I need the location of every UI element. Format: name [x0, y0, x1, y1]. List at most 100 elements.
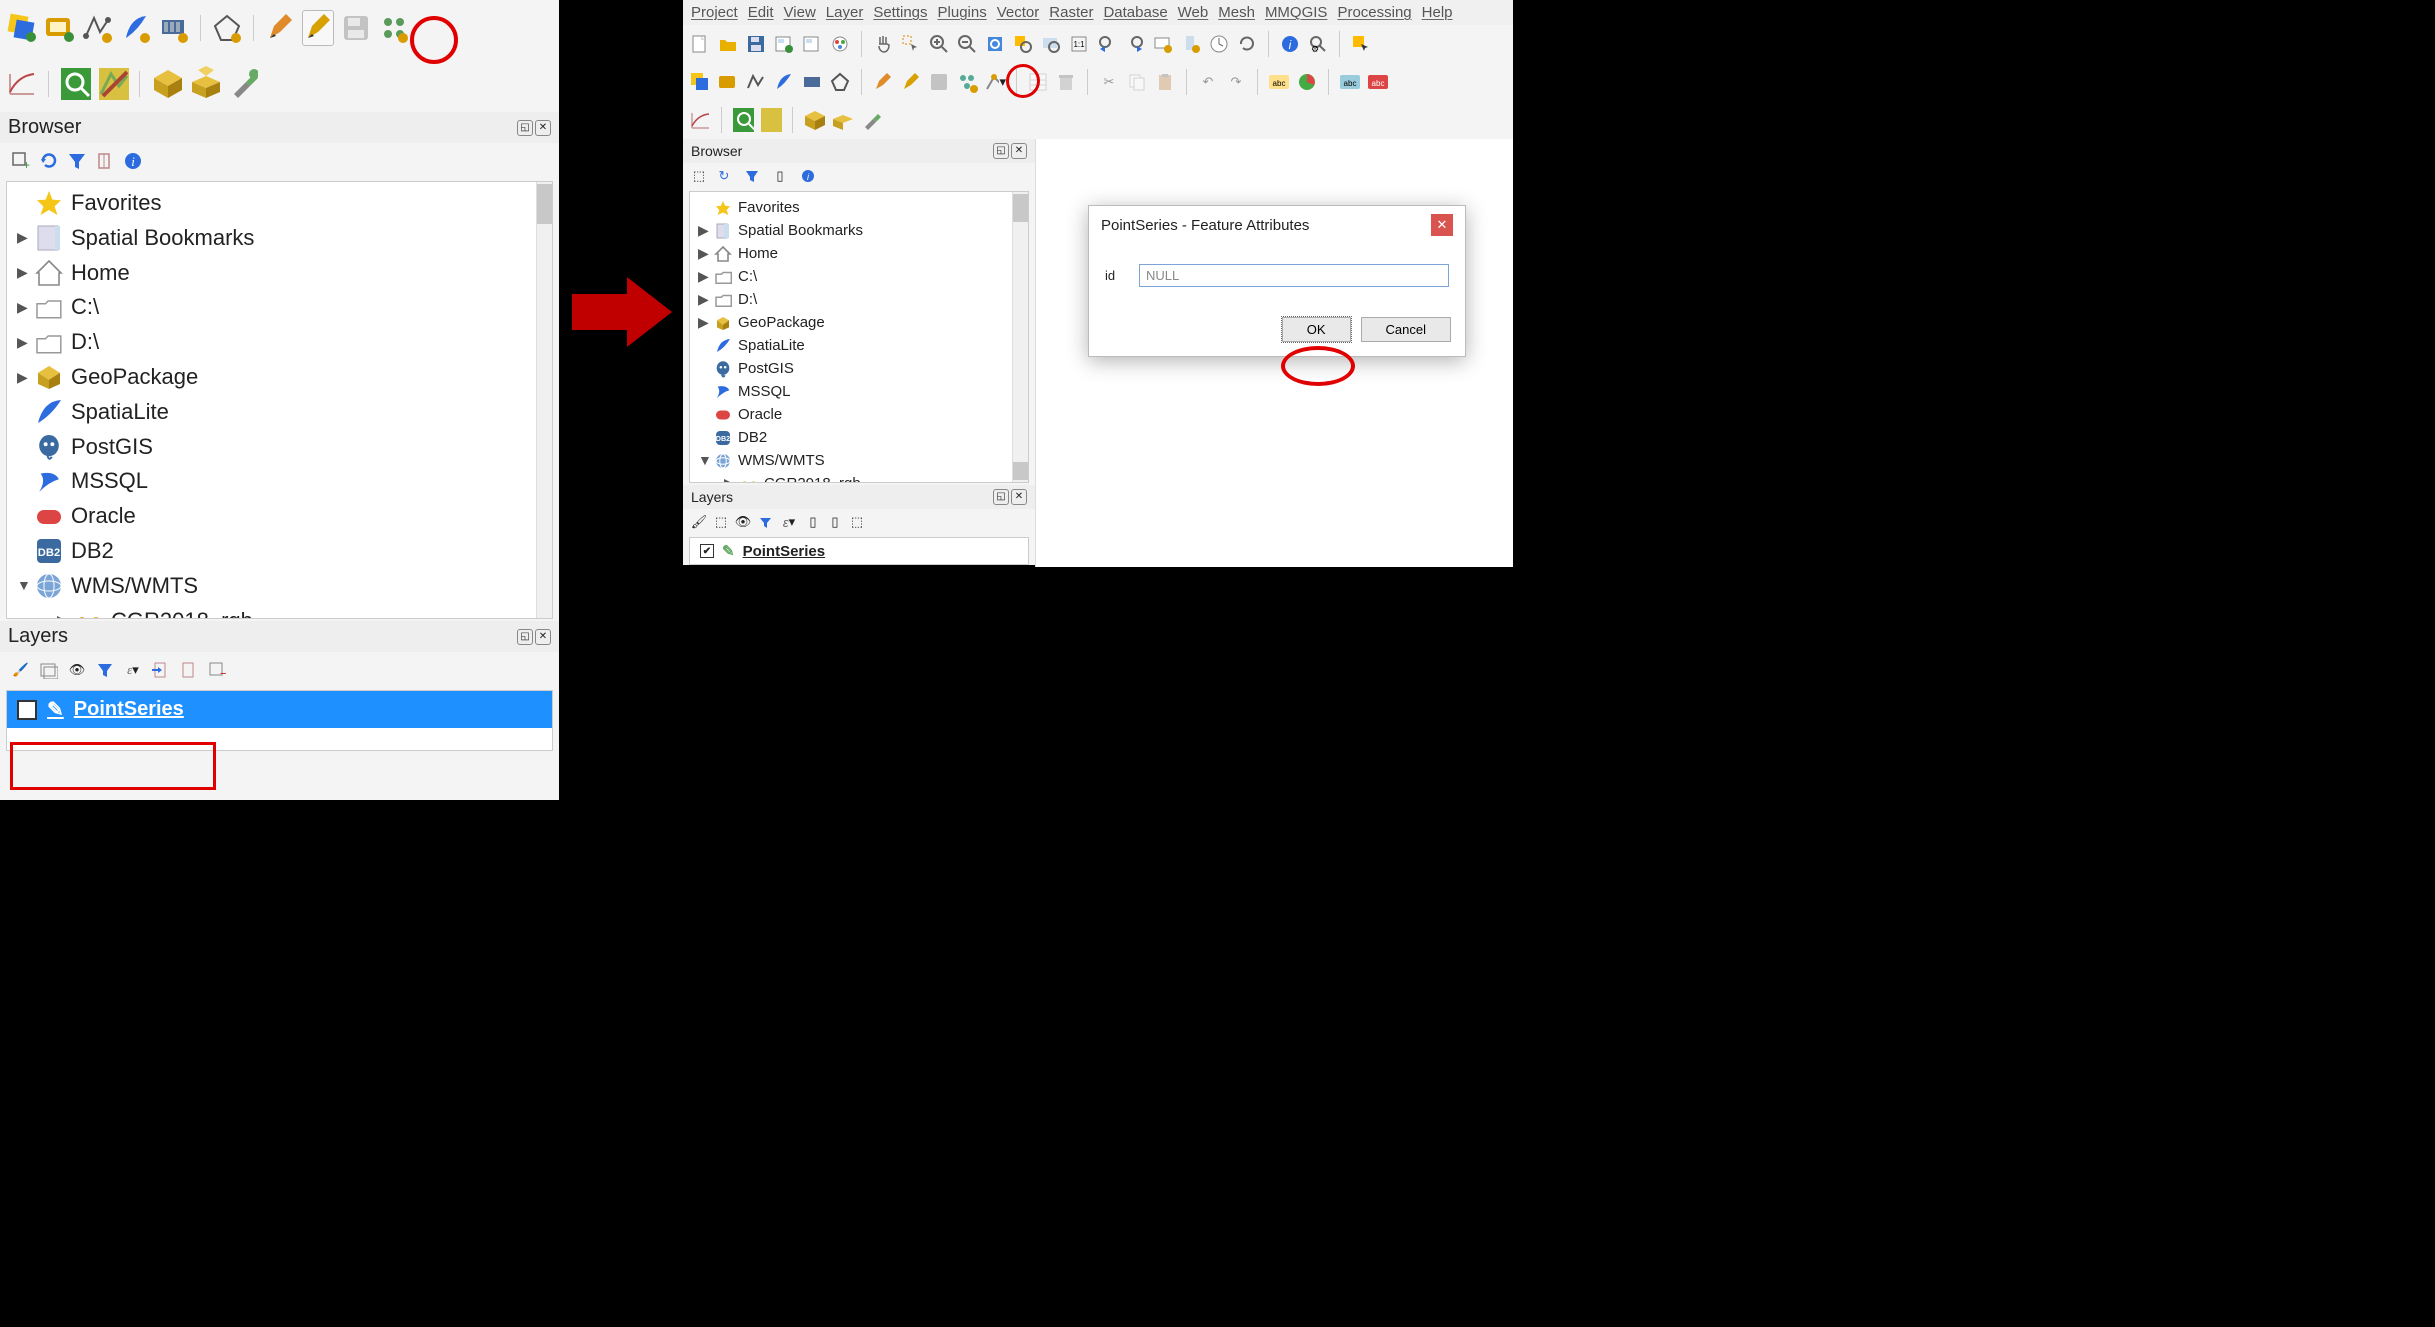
- tree-item-home[interactable]: ▶Home: [690, 242, 1028, 265]
- tree-item-geopackage[interactable]: ▶GeoPackage: [7, 360, 552, 395]
- expand-all-icon[interactable]: [150, 659, 172, 681]
- tree-expand-arrow[interactable]: ▶: [57, 611, 67, 619]
- tree-expand-arrow[interactable]: ▶: [698, 244, 708, 264]
- zoom-next-icon[interactable]: [1124, 33, 1146, 55]
- panel-close-button[interactable]: ✕: [535, 120, 551, 136]
- new-map-view-icon[interactable]: [1152, 33, 1174, 55]
- menu-bar[interactable]: ProjectEditViewLayerSettingsPluginsVecto…: [683, 0, 1513, 25]
- tree-expand-arrow[interactable]: ▶: [698, 290, 708, 310]
- tree-item-home[interactable]: ▶Home: [7, 256, 552, 291]
- add-layer-icon[interactable]: +: [10, 150, 32, 172]
- box-open-icon[interactable]: [188, 68, 220, 100]
- scrollbar-vertical[interactable]: [536, 182, 552, 618]
- save-edits-icon[interactable]: [340, 12, 372, 44]
- zoom-native-icon[interactable]: 1:1: [1068, 33, 1090, 55]
- attr-table-icon[interactable]: [1027, 71, 1049, 93]
- new-vector-layer-icon[interactable]: [6, 12, 38, 44]
- tree-expand-arrow[interactable]: ▼: [17, 576, 27, 596]
- tree-expand-arrow[interactable]: ▶: [17, 228, 27, 248]
- tree-expand-arrow[interactable]: ▶: [17, 298, 27, 318]
- zoom-in-icon[interactable]: [928, 33, 950, 55]
- tree-item-geopackage[interactable]: ▶GeoPackage: [690, 311, 1028, 334]
- virtual-layer-icon[interactable]: [801, 71, 823, 93]
- field-input-id[interactable]: [1139, 264, 1449, 287]
- info-icon[interactable]: i: [122, 150, 144, 172]
- add-point-feature-icon[interactable]: [956, 71, 978, 93]
- style-manager-icon[interactable]: [829, 33, 851, 55]
- tree-expand-arrow[interactable]: ▼: [698, 451, 708, 471]
- action-icon[interactable]: ⚙: [1307, 33, 1329, 55]
- collapse-all-icon[interactable]: ▯: [827, 511, 843, 533]
- menu-item-view[interactable]: View: [784, 4, 816, 21]
- refresh-icon[interactable]: [38, 150, 60, 172]
- map-tool-icon[interactable]: [760, 109, 782, 131]
- tree-expand-arrow[interactable]: ▶: [17, 333, 27, 353]
- panel-dock-button[interactable]: ◱: [993, 143, 1009, 159]
- refresh-icon[interactable]: [1236, 33, 1258, 55]
- tree-item-favorites[interactable]: Favorites: [690, 196, 1028, 219]
- filter-icon[interactable]: [66, 150, 88, 172]
- expand-all-icon[interactable]: ▯: [805, 511, 821, 533]
- tree-item-favorites[interactable]: Favorites: [7, 186, 552, 221]
- browser-tree-left[interactable]: Favorites▶Spatial Bookmarks▶Home▶C:\▶D:\…: [6, 181, 553, 619]
- new-project-icon[interactable]: [689, 33, 711, 55]
- layer-item-pointseries[interactable]: ✔ ✎ PointSeries: [7, 691, 552, 728]
- new-vector-layer-icon[interactable]: [689, 71, 711, 93]
- feather-icon[interactable]: [773, 71, 795, 93]
- panel-close-button[interactable]: ✕: [1011, 489, 1027, 505]
- undo-icon[interactable]: ↶: [1197, 71, 1219, 93]
- panel-close-button[interactable]: ✕: [1011, 143, 1027, 159]
- save-edits-icon[interactable]: [928, 71, 950, 93]
- tree-expand-arrow[interactable]: ▶: [17, 368, 27, 388]
- tree-item-spatialite[interactable]: SpatiaLite: [690, 334, 1028, 357]
- tree-item-c-[interactable]: ▶C:\: [7, 290, 552, 325]
- map-tool-icon[interactable]: [97, 68, 129, 100]
- label-highlight-icon[interactable]: abc: [1367, 71, 1389, 93]
- open-project-icon[interactable]: [717, 33, 739, 55]
- menu-item-plugins[interactable]: Plugins: [938, 4, 987, 21]
- polygon-icon[interactable]: [829, 71, 851, 93]
- new-geopackage-icon[interactable]: [717, 71, 739, 93]
- layers-list-right[interactable]: ✔ ✎ PointSeries: [689, 537, 1029, 565]
- tree-item-cgr2018-rgb[interactable]: ▶CGR2018_rgb: [7, 604, 552, 619]
- tree-item-wms-wmts[interactable]: ▼WMS/WMTS: [690, 449, 1028, 472]
- tree-item-d-[interactable]: ▶D:\: [7, 325, 552, 360]
- paste-icon[interactable]: [1154, 71, 1176, 93]
- pan-selection-icon[interactable]: [900, 33, 922, 55]
- new-shapefile-icon[interactable]: [745, 71, 767, 93]
- zoom-selection-icon[interactable]: [1012, 33, 1034, 55]
- delete-selected-icon[interactable]: [1055, 71, 1077, 93]
- cancel-button[interactable]: Cancel: [1361, 317, 1451, 342]
- menu-item-settings[interactable]: Settings: [873, 4, 927, 21]
- label-abc-icon[interactable]: abc: [1268, 71, 1290, 93]
- diagram-icon[interactable]: [1296, 71, 1318, 93]
- new-bookmark-icon[interactable]: [1180, 33, 1202, 55]
- pencil-edit-icon[interactable]: [264, 12, 296, 44]
- tools-icon[interactable]: [859, 109, 881, 131]
- info-icon[interactable]: i: [797, 165, 819, 187]
- remove-icon[interactable]: −: [206, 659, 228, 681]
- tree-item-cgr2018-rgb[interactable]: ▶CGR2018_rgb: [690, 472, 1028, 483]
- layer-item-pointseries[interactable]: ✔ ✎ PointSeries: [690, 538, 1028, 564]
- add-layer-icon[interactable]: ⬚: [691, 168, 707, 184]
- temporal-icon[interactable]: [1208, 33, 1230, 55]
- virtual-layer-icon[interactable]: [158, 12, 190, 44]
- menu-item-layer[interactable]: Layer: [826, 4, 864, 21]
- tree-expand-arrow[interactable]: ▶: [698, 313, 708, 333]
- menu-item-processing[interactable]: Processing: [1337, 4, 1411, 21]
- select-icon[interactable]: [1350, 33, 1372, 55]
- identify-icon[interactable]: i: [1279, 33, 1301, 55]
- new-print-layout-icon[interactable]: [773, 33, 795, 55]
- scrollbar-vertical[interactable]: [1012, 192, 1028, 482]
- tree-expand-arrow[interactable]: ▶: [724, 474, 734, 483]
- refresh-icon[interactable]: ↻: [713, 165, 735, 187]
- menu-item-raster[interactable]: Raster: [1049, 4, 1093, 21]
- visibility-icon[interactable]: 👁: [66, 659, 88, 681]
- collapse-all-icon[interactable]: [178, 659, 200, 681]
- menu-item-edit[interactable]: Edit: [748, 4, 774, 21]
- box-closed-icon[interactable]: [150, 68, 182, 100]
- tree-item-oracle[interactable]: Oracle: [690, 403, 1028, 426]
- layer-visibility-checkbox[interactable]: ✔: [17, 700, 37, 720]
- visibility-icon[interactable]: 👁: [735, 511, 751, 533]
- tree-item-spatial-bookmarks[interactable]: ▶Spatial Bookmarks: [690, 219, 1028, 242]
